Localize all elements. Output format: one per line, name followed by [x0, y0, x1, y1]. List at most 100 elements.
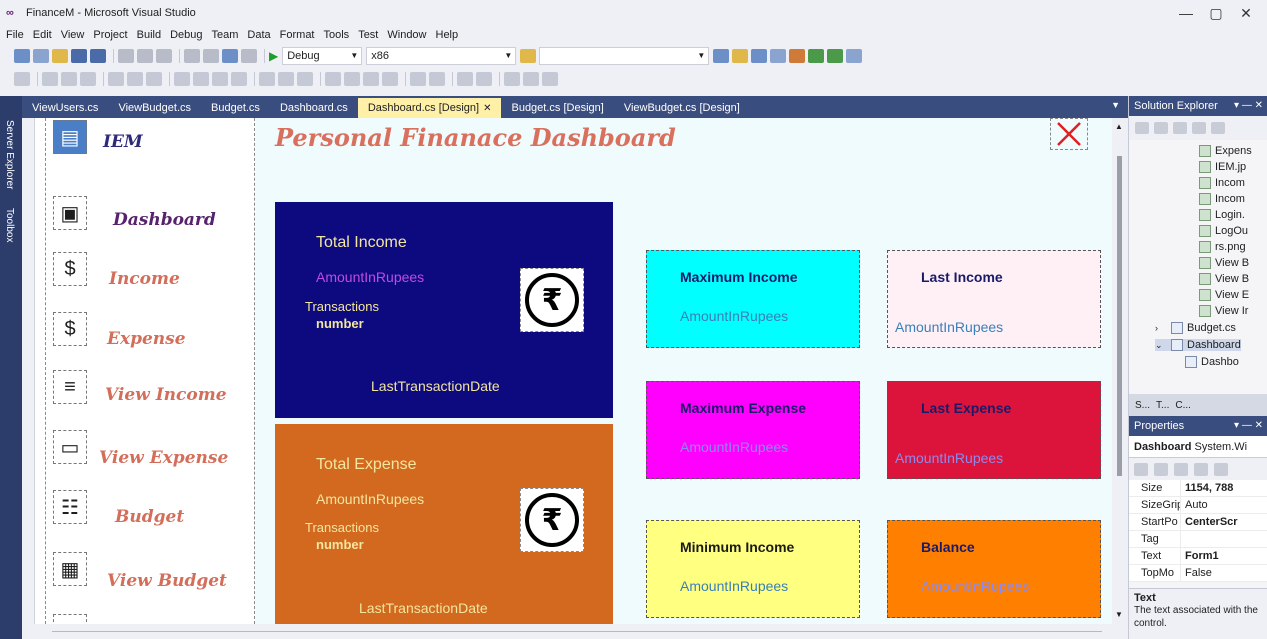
menu-file[interactable]: File: [6, 29, 24, 41]
refresh-icon[interactable]: [1173, 122, 1187, 134]
horizontal-scrollbar[interactable]: [52, 631, 1102, 632]
object-browser-icon[interactable]: [751, 49, 768, 63]
property-row[interactable]: TopMo False: [1129, 565, 1267, 582]
add-item-icon[interactable]: [33, 49, 49, 63]
menu-format[interactable]: Format: [280, 29, 315, 41]
extension-icon[interactable]: [789, 49, 806, 63]
start-debug-icon[interactable]: ▶: [269, 49, 278, 63]
property-row[interactable]: Text Form1: [1129, 548, 1267, 565]
tree-file[interactable]: Expens: [1199, 145, 1252, 157]
nav-item-view-income[interactable]: ≡: [53, 370, 87, 404]
tree-file-budget-cs[interactable]: › Budget.cs: [1155, 322, 1236, 334]
property-row[interactable]: StartPo CenterScr: [1129, 514, 1267, 531]
tab-team-explorer[interactable]: T...: [1156, 400, 1169, 411]
vertical-spacing-decrease-icon[interactable]: [363, 72, 379, 86]
nav-item-expense[interactable]: $: [53, 312, 87, 346]
tree-file[interactable]: View E: [1199, 289, 1249, 301]
menu-test[interactable]: Test: [358, 29, 378, 41]
solution-explorer-icon[interactable]: [713, 49, 730, 63]
nav-label-dashboard[interactable]: Dashboard: [113, 210, 216, 230]
nav-item-iem[interactable]: ▤: [53, 120, 87, 154]
menu-debug[interactable]: Debug: [170, 29, 202, 41]
menu-team[interactable]: Team: [212, 29, 239, 41]
nav-label-iem[interactable]: IEM: [103, 132, 143, 152]
menu-window[interactable]: Window: [387, 29, 426, 41]
tab-viewusers-cs[interactable]: ViewUsers.cs: [22, 98, 108, 118]
tab-order-icon[interactable]: [504, 72, 520, 86]
tab-class-view[interactable]: C...: [1175, 400, 1191, 411]
collapse-all-icon[interactable]: [1192, 122, 1206, 134]
align-centers-icon[interactable]: [61, 72, 77, 86]
navigate-forward-icon[interactable]: [241, 49, 257, 63]
menu-data[interactable]: Data: [247, 29, 270, 41]
property-pages-icon[interactable]: [1214, 462, 1228, 476]
form-designer[interactable]: ▤ IEM ▣ Dashboard $ Income $ Expense ≡ V…: [22, 118, 1128, 639]
nav-item-budget[interactable]: ☷: [53, 490, 87, 524]
nav-item-more[interactable]: [53, 614, 87, 624]
menu-tools[interactable]: Tools: [324, 29, 350, 41]
server-explorer-tab[interactable]: Server Explorer: [4, 120, 15, 189]
tab-list-dropdown-icon[interactable]: ▼: [1111, 100, 1120, 110]
property-row[interactable]: SizeGrip Auto: [1129, 497, 1267, 514]
navigate-back-icon[interactable]: [222, 49, 238, 63]
close-tab-icon[interactable]: ✕: [483, 103, 491, 114]
tree-file[interactable]: IEM.jp: [1199, 161, 1246, 173]
tab-viewbudget-design[interactable]: ViewBudget.cs [Design]: [614, 98, 750, 118]
object-selector[interactable]: Dashboard System.Wi: [1129, 436, 1267, 458]
copy-icon[interactable]: [137, 49, 153, 63]
tab-dashboard-cs[interactable]: Dashboard.cs: [270, 98, 358, 118]
send-to-back-icon[interactable]: [476, 72, 492, 86]
vertical-scrollbar[interactable]: ▲ ▼: [1115, 122, 1125, 622]
properties-view-icon[interactable]: [1174, 462, 1188, 476]
save-all-icon[interactable]: [90, 49, 106, 63]
toolbox-tab[interactable]: Toolbox: [4, 208, 15, 242]
lock-controls-icon[interactable]: [523, 72, 539, 86]
find-in-files-icon[interactable]: [520, 49, 537, 63]
property-row[interactable]: Size 1154, 788: [1129, 480, 1267, 497]
configuration-dropdown[interactable]: Debug ▼: [282, 47, 363, 65]
nav-label-expense[interactable]: Expense: [107, 329, 186, 349]
chevron-down-icon[interactable]: ⌄: [1155, 340, 1165, 351]
make-same-size-icon[interactable]: [212, 72, 228, 86]
panel-controls[interactable]: ▾ ― ✕: [1234, 416, 1263, 436]
vertical-spacing-equal-icon[interactable]: [325, 72, 341, 86]
show-all-files-icon[interactable]: [1211, 122, 1225, 134]
find-combo[interactable]: ▼: [539, 47, 710, 65]
tree-file-dashboard-cs[interactable]: ⌄ Dashboard: [1155, 339, 1241, 351]
nav-item-view-budget[interactable]: ▦: [53, 552, 87, 586]
platform-dropdown[interactable]: x86 ▼: [366, 47, 517, 65]
center-vertically-icon[interactable]: [429, 72, 445, 86]
paste-icon[interactable]: [156, 49, 172, 63]
menu-edit[interactable]: Edit: [33, 29, 52, 41]
server-explorer-icon[interactable]: [827, 49, 844, 63]
window-layout-icon[interactable]: [846, 49, 863, 63]
new-project-icon[interactable]: [14, 49, 30, 63]
tab-dashboard-design[interactable]: Dashboard.cs [Design] ✕: [357, 98, 502, 118]
dashboard-form[interactable]: ▤ IEM ▣ Dashboard $ Income $ Expense ≡ V…: [34, 118, 1112, 624]
nav-label-view-expense[interactable]: View Expense: [99, 448, 228, 468]
redo-icon[interactable]: [203, 49, 219, 63]
tree-file[interactable]: View B: [1199, 257, 1249, 269]
alphabetical-icon[interactable]: [1154, 462, 1168, 476]
size-to-grid-icon[interactable]: [231, 72, 247, 86]
menu-build[interactable]: Build: [137, 29, 161, 41]
properties-icon[interactable]: [732, 49, 749, 63]
toolbox-icon[interactable]: [770, 49, 787, 63]
make-same-height-icon[interactable]: [193, 72, 209, 86]
vertical-spacing-remove-icon[interactable]: [382, 72, 398, 86]
menu-view[interactable]: View: [61, 29, 85, 41]
form-close-button[interactable]: [1050, 118, 1088, 150]
tree-file[interactable]: Login.: [1199, 209, 1245, 221]
align-bottoms-icon[interactable]: [146, 72, 162, 86]
scrollbar-thumb[interactable]: [1117, 156, 1122, 476]
align-to-grid-icon[interactable]: [14, 72, 30, 86]
nav-item-view-expense[interactable]: ▭: [53, 430, 87, 464]
horizontal-spacing-equal-icon[interactable]: [259, 72, 275, 86]
tree-file[interactable]: Incom: [1199, 177, 1245, 189]
undo-icon[interactable]: [184, 49, 200, 63]
scroll-down-icon[interactable]: ▼: [1115, 610, 1123, 619]
open-folder-icon[interactable]: [52, 49, 68, 63]
make-same-width-icon[interactable]: [174, 72, 190, 86]
tree-file[interactable]: LogOu: [1199, 225, 1248, 237]
align-tops-icon[interactable]: [108, 72, 124, 86]
